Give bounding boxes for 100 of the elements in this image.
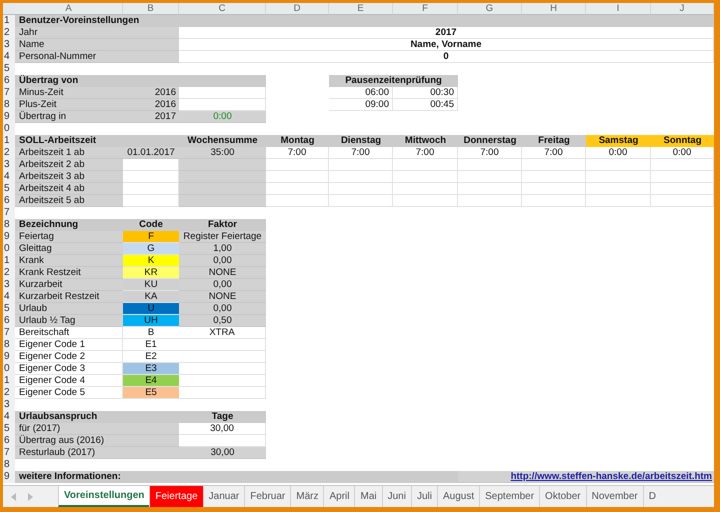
column-header[interactable]: C <box>179 3 266 15</box>
row-number[interactable]: 5 <box>3 423 15 435</box>
row-number[interactable]: 1 <box>3 255 15 267</box>
scroll-left-icon[interactable] <box>11 492 17 500</box>
input-cell: Eigener Code 2 <box>15 351 123 363</box>
row-number[interactable]: 6 <box>3 315 15 327</box>
input-cell: 0:00 <box>586 147 651 159</box>
row-number[interactable]: 5 <box>3 63 15 75</box>
input-cell <box>522 159 586 171</box>
row-number[interactable]: 2 <box>3 387 15 399</box>
sheet-tab[interactable]: Voreinstellungen <box>58 486 150 507</box>
row-number[interactable]: 9 <box>3 231 15 243</box>
header-cell: Faktor <box>179 219 266 231</box>
label-cell: Urlaub <box>15 303 123 315</box>
column-header[interactable]: D <box>266 3 329 15</box>
sheet-tab[interactable]: September <box>479 486 540 507</box>
link[interactable]: http://www.steffen-hanske.de/arbeitszeit.htm <box>458 471 714 483</box>
row-number[interactable]: 0 <box>3 243 15 255</box>
row-number[interactable]: 8 <box>3 219 15 231</box>
sheet-tab[interactable]: April <box>323 486 354 507</box>
row-number[interactable]: 2 <box>3 27 15 39</box>
input-cell <box>266 183 329 195</box>
label-cell: 30,00 <box>179 447 266 459</box>
input-cell <box>393 183 458 195</box>
input-cell <box>458 183 522 195</box>
row-number[interactable]: 9 <box>3 351 15 363</box>
row-number[interactable]: 3 <box>3 399 15 411</box>
row-number[interactable]: 1 <box>3 135 15 147</box>
column-header[interactable]: E <box>329 3 393 15</box>
label-cell: Register Feiertage <box>179 231 266 243</box>
row-number[interactable]: 3 <box>3 279 15 291</box>
label-cell: 2017 <box>123 111 179 123</box>
row-number[interactable]: 1 <box>3 375 15 387</box>
column-header[interactable]: B <box>123 3 179 15</box>
column-header[interactable]: A <box>15 3 123 15</box>
input-cell: Name, Vorname <box>179 39 714 51</box>
column-header[interactable]: J <box>651 3 714 15</box>
row-number[interactable]: 9 <box>3 111 15 123</box>
sheet-tab[interactable]: Februar <box>244 486 290 507</box>
code-cell: E4 <box>123 375 179 387</box>
sheet-tab[interactable]: Juli <box>410 486 437 507</box>
row-number[interactable]: 8 <box>3 99 15 111</box>
row-number[interactable]: 9 <box>3 471 15 483</box>
label-cell: 0,00 <box>179 303 266 315</box>
row-number[interactable]: 6 <box>3 435 15 447</box>
input-cell <box>123 159 179 171</box>
sheet-tab[interactable]: März <box>290 486 324 507</box>
input-cell: 7:00 <box>522 147 586 159</box>
row-number[interactable]: 6 <box>3 75 15 87</box>
sheet-tab[interactable]: Oktober <box>539 486 586 507</box>
code-cell: U <box>123 303 179 315</box>
input-cell <box>123 195 179 207</box>
sheet-tab[interactable]: Mai <box>354 486 382 507</box>
label-cell: Arbeitszeit 3 ab <box>15 171 123 183</box>
sheet-tab[interactable]: Juni <box>382 486 411 507</box>
column-header[interactable]: G <box>458 3 522 15</box>
label-cell: Gleittag <box>15 243 123 255</box>
row-number[interactable]: 4 <box>3 291 15 303</box>
row-number[interactable]: 4 <box>3 411 15 423</box>
column-header[interactable]: H <box>522 3 586 15</box>
label-cell: Übertrag aus (2016) <box>15 435 179 447</box>
code-cell: E3 <box>123 363 179 375</box>
row-number[interactable]: 8 <box>3 339 15 351</box>
sheet-tab[interactable]: Januar <box>202 486 244 507</box>
label-cell: Arbeitszeit 4 ab <box>15 183 123 195</box>
row-number[interactable]: 3 <box>3 39 15 51</box>
row-number[interactable]: 5 <box>3 303 15 315</box>
code-cell: F <box>123 231 179 243</box>
row-number[interactable]: 8 <box>3 459 15 471</box>
header-cell: weitere Informationen: <box>15 471 458 483</box>
row-number[interactable]: 7 <box>3 447 15 459</box>
label-cell: Jahr <box>15 27 179 39</box>
sheet-tab[interactable]: November <box>586 486 643 507</box>
input-cell: 7:00 <box>329 147 393 159</box>
label-cell: Personal-Nummer <box>15 51 179 63</box>
row-number[interactable]: 7 <box>3 327 15 339</box>
row-number[interactable]: 6 <box>3 195 15 207</box>
row-number[interactable]: 4 <box>3 51 15 63</box>
row-number[interactable]: 7 <box>3 87 15 99</box>
row-number[interactable]: 1 <box>3 15 15 27</box>
row-number[interactable]: 0 <box>3 123 15 135</box>
row-number[interactable]: 7 <box>3 207 15 219</box>
row-number[interactable]: 2 <box>3 147 15 159</box>
row-number[interactable]: 5 <box>3 183 15 195</box>
label-cell: Urlaub ½ Tag <box>15 315 123 327</box>
column-header[interactable]: F <box>393 3 458 15</box>
label-cell: 35:00 <box>179 147 266 159</box>
label-cell: 2016 <box>123 87 179 99</box>
scroll-right-icon[interactable] <box>27 492 33 500</box>
label-cell: NONE <box>179 267 266 279</box>
select-all-corner[interactable] <box>3 3 15 15</box>
sheet-tab[interactable]: Feiertage <box>149 486 203 507</box>
row-number[interactable]: 2 <box>3 267 15 279</box>
row-number[interactable]: 3 <box>3 159 15 171</box>
row-number[interactable]: 0 <box>3 363 15 375</box>
input-cell <box>393 195 458 207</box>
column-header[interactable]: I <box>586 3 651 15</box>
sheet-tab[interactable]: August <box>436 486 480 507</box>
sheet-tab[interactable]: D <box>642 486 661 507</box>
row-number[interactable]: 4 <box>3 171 15 183</box>
